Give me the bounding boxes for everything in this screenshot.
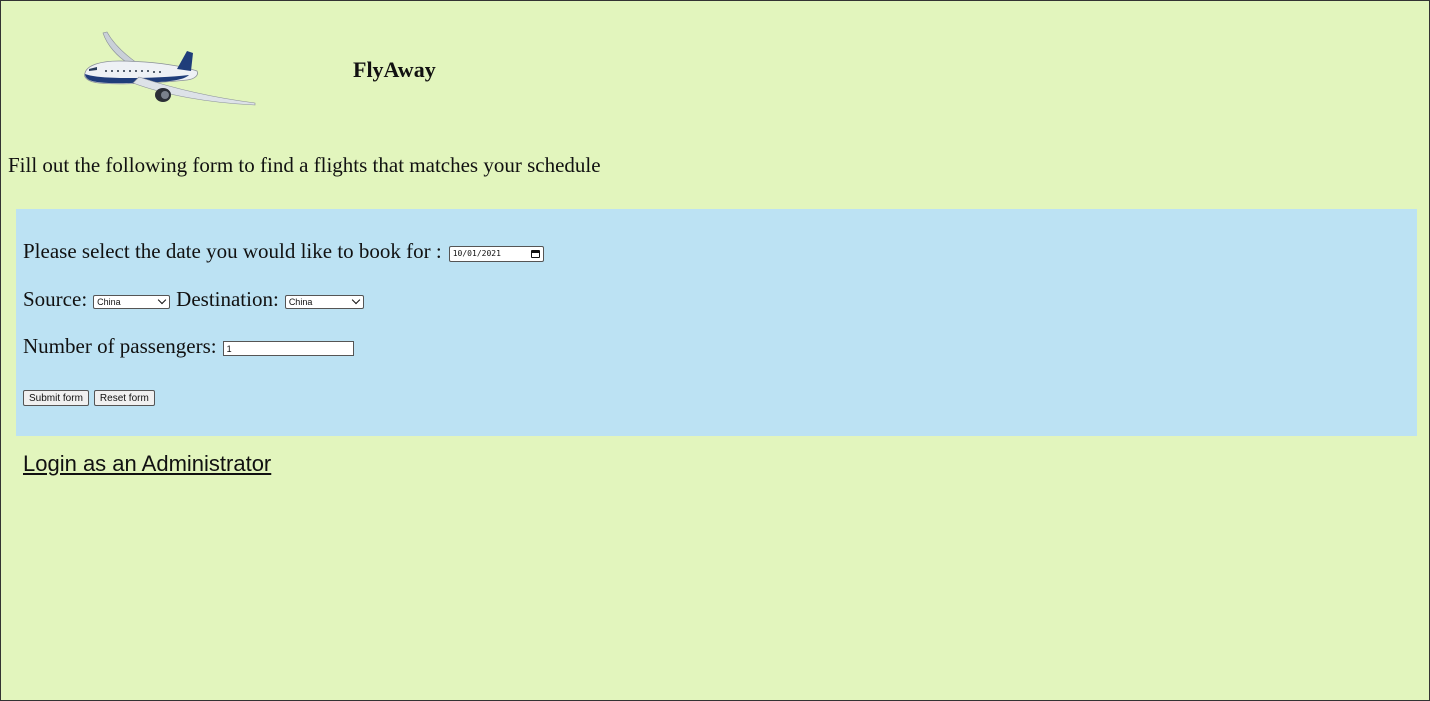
- flight-search-form: Please select the date you would like to…: [16, 209, 1417, 436]
- chevron-down-icon: [157, 295, 167, 305]
- chevron-down-icon: [351, 295, 361, 305]
- passengers-input[interactable]: 1: [222, 341, 354, 356]
- source-select[interactable]: China: [93, 294, 171, 309]
- date-row: Please select the date you would like to…: [23, 239, 544, 264]
- submit-button[interactable]: Submit form: [23, 390, 89, 406]
- destination-label: Destination:: [176, 287, 279, 311]
- route-row: Source: China Destination: China: [23, 287, 364, 312]
- passengers-label: Number of passengers:: [23, 334, 217, 358]
- passengers-value: 1: [226, 343, 232, 354]
- source-label: Source:: [23, 287, 88, 311]
- airplane-icon: [84, 31, 256, 106]
- intro-text: Fill out the following form to find a fl…: [8, 153, 601, 177]
- admin-login-link[interactable]: Login as an Administrator: [23, 451, 271, 477]
- source-value: China: [97, 296, 121, 307]
- date-field[interactable]: 10/01/2021: [448, 245, 544, 262]
- site-title: FlyAway: [353, 57, 436, 82]
- calendar-icon[interactable]: [530, 249, 540, 258]
- date-value: 10/01/2021: [452, 249, 501, 258]
- buttons-row: Submit form Reset form: [23, 390, 160, 406]
- reset-button[interactable]: Reset form: [93, 390, 155, 406]
- date-label: Please select the date you would like to…: [23, 239, 442, 263]
- passengers-row: Number of passengers: 1: [23, 334, 354, 359]
- destination-select[interactable]: China: [284, 294, 364, 309]
- header: FlyAway: [1, 1, 1429, 131]
- destination-value: China: [288, 296, 313, 307]
